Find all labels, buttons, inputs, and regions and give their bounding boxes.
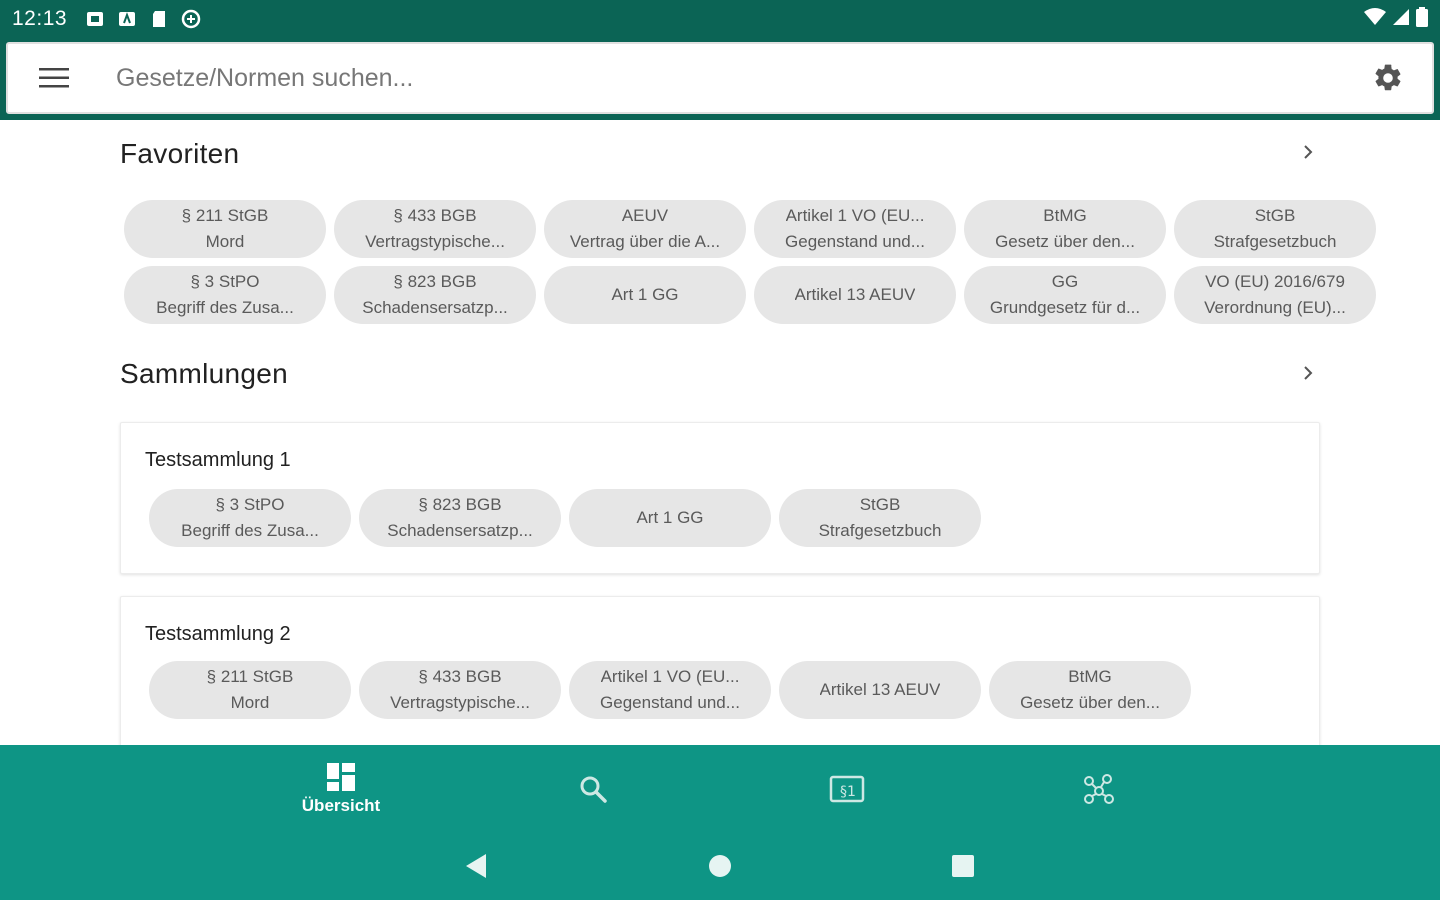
collection-chip[interactable]: StGB Strafgesetzbuch <box>779 489 981 547</box>
nav-overview-label: Übersicht <box>301 795 381 815</box>
search-bar-container <box>0 38 1440 120</box>
collection-chip[interactable]: Artikel 1 VO (EU... Gegenstand und... <box>569 661 771 719</box>
collection-chip[interactable]: § 3 StPO Begriff des Zusa... <box>149 489 351 547</box>
notification-icon <box>85 9 105 29</box>
sync-icon <box>181 9 201 29</box>
chevron-right-icon <box>1304 366 1313 380</box>
collection-chips: § 3 StPO Begriff des Zusa... § 823 BGB Sch… <box>149 489 981 547</box>
paragraph-icon: §1 <box>829 775 865 802</box>
search-bar <box>6 42 1434 114</box>
back-triangle-icon <box>466 854 486 878</box>
collection-chip[interactable]: Artikel 13 AEUV <box>779 661 981 719</box>
status-right <box>1364 6 1428 32</box>
home-circle-icon <box>709 855 731 877</box>
main-content: Favoriten § 211 StGB Mord § 433 BGB Vertra… <box>0 120 1440 745</box>
favorite-chip[interactable]: § 823 BGB Schadensersatzp... <box>334 266 536 324</box>
collection-title: Testsammlung 2 <box>145 623 291 645</box>
favorite-chip[interactable]: VO (EU) 2016/679 Verordnung (EU)... <box>1174 266 1376 324</box>
battery-icon <box>1416 6 1428 32</box>
back-button[interactable] <box>456 846 496 886</box>
favorites-title: Favoriten <box>120 138 240 169</box>
favorite-chip[interactable]: § 211 StGB Mord <box>124 200 326 258</box>
nav-network[interactable] <box>1019 745 1179 832</box>
nav-overview[interactable]: Übersicht <box>261 745 421 832</box>
favorite-chip[interactable]: AEUV Vertrag über die A... <box>544 200 746 258</box>
favorite-chip[interactable]: § 3 StPO Begriff des Zusa... <box>124 266 326 324</box>
favorite-chip[interactable]: Artikel 13 AEUV <box>754 266 956 324</box>
notification-a-icon <box>117 9 137 29</box>
collection-card: Testsammlung 2 § 211 StGB Mord § 433 BGB V… <box>120 596 1320 745</box>
settings-button[interactable] <box>1362 52 1414 104</box>
sd-card-icon <box>149 9 169 29</box>
recents-square-icon <box>952 855 974 877</box>
collections-title: Sammlungen <box>120 358 288 389</box>
collection-chip[interactable]: § 433 BGB Vertragstypische... <box>359 661 561 719</box>
collection-chip[interactable]: BtMG Gesetz über den... <box>989 661 1191 719</box>
system-navigation <box>0 832 1440 900</box>
status-bar: 12:13 <box>0 0 1440 38</box>
chevron-right-icon <box>1304 145 1313 159</box>
signal-icon <box>1392 8 1410 31</box>
favorites-more-button[interactable] <box>1296 140 1320 164</box>
collection-card: Testsammlung 1 § 3 StPO Begriff des Zusa.… <box>120 422 1320 574</box>
nav-paragraph[interactable]: §1 <box>767 745 927 832</box>
collection-chips: § 211 StGB Mord § 433 BGB Vertragstypische… <box>149 661 1191 719</box>
collection-title: Testsammlung 1 <box>145 449 291 471</box>
favorite-chip[interactable]: Art 1 GG <box>544 266 746 324</box>
home-button[interactable] <box>700 846 740 886</box>
search-input[interactable] <box>116 48 1362 108</box>
nav-search[interactable] <box>513 745 673 832</box>
dashboard-icon <box>327 762 355 791</box>
collection-chip[interactable]: § 823 BGB Schadensersatzp... <box>359 489 561 547</box>
network-icon <box>1084 773 1114 804</box>
collections-more-button[interactable] <box>1296 361 1320 385</box>
wifi-icon <box>1364 7 1386 31</box>
svg-text:§1: §1 <box>840 784 856 800</box>
hamburger-menu-icon <box>39 68 69 88</box>
collection-chip[interactable]: Art 1 GG <box>569 489 771 547</box>
favorite-chip[interactable]: GG Grundgesetz für d... <box>964 266 1166 324</box>
collection-chip[interactable]: § 211 StGB Mord <box>149 661 351 719</box>
recents-button[interactable] <box>943 846 983 886</box>
favorite-chip[interactable]: BtMG Gesetz über den... <box>964 200 1166 258</box>
gear-icon <box>1375 64 1401 91</box>
status-time: 12:13 <box>12 7 68 30</box>
bottom-navigation: Übersicht §1 <box>0 745 1440 832</box>
favorite-chip[interactable]: § 433 BGB Vertragstypische... <box>334 200 536 258</box>
search-icon <box>580 776 607 803</box>
favorite-chip[interactable]: Artikel 1 VO (EU... Gegenstand und... <box>754 200 956 258</box>
favorites-chips: § 211 StGB Mord § 433 BGB Vertragstypische… <box>124 200 1376 324</box>
favorite-chip[interactable]: StGB Strafgesetzbuch <box>1174 200 1376 258</box>
menu-button[interactable] <box>28 52 80 104</box>
